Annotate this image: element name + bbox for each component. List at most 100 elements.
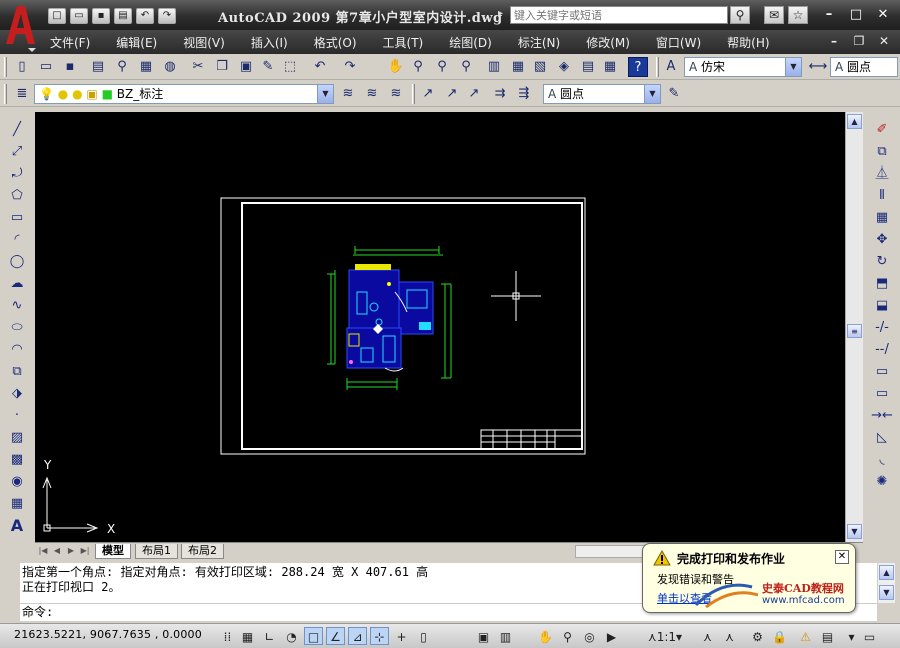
help-search-input[interactable] [510, 6, 728, 24]
workspace-switch-icon[interactable]: ⚙ [748, 627, 767, 645]
menu-view[interactable]: 视图(V) [183, 34, 225, 51]
layer-states-icon[interactable]: ≋ [386, 84, 406, 104]
multileader-style-combo[interactable]: A 圆点 ▼ [543, 84, 661, 104]
copy-object-icon[interactable]: ⧉ [871, 142, 893, 162]
mirror-icon[interactable]: ⏅ [871, 164, 893, 184]
last-tab-icon[interactable]: ▶| [79, 545, 91, 557]
cut-icon[interactable]: ✂ [188, 57, 208, 77]
doc-minimize-button[interactable]: – [826, 34, 842, 48]
make-current-layer-icon[interactable]: ≋ [338, 84, 358, 104]
close-icon[interactable]: ✕ [835, 550, 849, 564]
tab-layout1[interactable]: 布局1 [135, 544, 178, 559]
layout-view-icon[interactable]: ▥ [496, 627, 515, 645]
showmotion-icon[interactable]: ▶ [602, 627, 621, 645]
line-icon[interactable]: ╱ [6, 120, 28, 140]
next-tab-icon[interactable]: ▶ [65, 545, 77, 557]
zoom-icon[interactable]: ⚲ [558, 627, 577, 645]
help-icon[interactable]: ? [628, 57, 648, 77]
tool-palettes-icon[interactable]: ▧ [530, 57, 550, 77]
undo-icon[interactable]: ↶ [310, 57, 330, 77]
redo-icon[interactable]: ↷ [340, 57, 360, 77]
save-icon[interactable]: ▪ [60, 57, 80, 77]
scale-icon[interactable]: ⬒ [871, 274, 893, 294]
drawing-vertical-scrollbar[interactable]: ▲ ≡ ▼ [845, 112, 863, 542]
pan-icon[interactable]: ✋ [386, 57, 406, 77]
revision-cloud-icon[interactable]: ☁ [6, 274, 28, 294]
markup-icon[interactable]: ▤ [578, 57, 598, 77]
toolbar-grip[interactable] [4, 84, 7, 104]
spline-icon[interactable]: ∿ [6, 296, 28, 316]
publish-icon[interactable]: ▦ [136, 57, 156, 77]
communication-center-icon[interactable]: ✉ [764, 6, 784, 24]
join-icon[interactable]: →← [871, 406, 893, 426]
auto-scale-icon[interactable]: ⋏ [720, 627, 739, 645]
quick-properties-icon[interactable]: ▯ [414, 627, 433, 645]
menu-dimension[interactable]: 标注(N) [518, 34, 560, 51]
erase-icon[interactable]: ✐ [871, 120, 893, 140]
new-file-icon[interactable]: □ [48, 8, 66, 24]
close-button[interactable]: ✕ [872, 6, 894, 24]
zoom-realtime-icon[interactable]: ⚲ [408, 57, 428, 77]
menu-insert[interactable]: 插入(I) [251, 34, 288, 51]
open-icon[interactable]: ▭ [36, 57, 56, 77]
layer-previous-icon[interactable]: ≋ [362, 84, 382, 104]
3d-dwf-icon[interactable]: ◍ [160, 57, 180, 77]
make-block-icon[interactable]: ⬗ [6, 384, 28, 404]
properties-icon[interactable]: ▥ [484, 57, 504, 77]
steeringwheel-icon[interactable]: ◎ [580, 627, 599, 645]
match-properties-icon[interactable]: ✎ [258, 57, 278, 77]
menu-modify[interactable]: 修改(M) [586, 34, 630, 51]
title-expand-icon[interactable]: ▸ [498, 8, 503, 19]
annotation-visibility-icon[interactable]: ⋏ [698, 627, 717, 645]
design-center-icon[interactable]: ▦ [508, 57, 528, 77]
open-file-icon[interactable]: ▭ [70, 8, 88, 24]
menu-help[interactable]: 帮助(H) [727, 34, 769, 51]
drawing-canvas[interactable]: X Y [35, 112, 845, 542]
chamfer-icon[interactable]: ◺ [871, 428, 893, 448]
plot-preview-icon[interactable]: ⚲ [112, 57, 132, 77]
dim-style-icon[interactable]: ⟷ [808, 57, 828, 77]
multiline-text-icon[interactable]: A [6, 516, 28, 536]
chevron-down-icon[interactable]: ▼ [785, 58, 801, 76]
offset-icon[interactable]: ⫴ [871, 186, 893, 206]
chevron-down-icon[interactable]: ▼ [644, 85, 660, 103]
object-snap-tracking-icon[interactable]: ∠ [326, 627, 345, 645]
remove-leader-icon[interactable]: ↗ [464, 84, 484, 104]
menu-draw[interactable]: 绘图(D) [449, 34, 492, 51]
print-icon[interactable]: ▤ [114, 8, 132, 24]
menu-edit[interactable]: 编辑(E) [116, 34, 157, 51]
plot-icon[interactable]: ▤ [88, 57, 108, 77]
toolbar-grip[interactable] [656, 57, 659, 77]
menu-tools[interactable]: 工具(T) [383, 34, 424, 51]
point-icon[interactable]: · [6, 406, 28, 426]
maximize-button[interactable]: □ [845, 6, 867, 24]
menu-format[interactable]: 格式(O) [314, 34, 357, 51]
rectangle-icon[interactable]: ▭ [6, 208, 28, 228]
explode-icon[interactable]: ✺ [871, 472, 893, 492]
multileader-style-icon[interactable]: ✎ [664, 84, 684, 104]
chevron-down-icon[interactable]: ▼ [317, 85, 333, 103]
tab-model[interactable]: 模型 [95, 544, 131, 559]
object-snap-icon[interactable]: □ [304, 627, 323, 645]
text-style-combo[interactable]: A 仿宋 ▼ [684, 57, 802, 77]
menu-file[interactable]: 文件(F) [50, 34, 90, 51]
region-icon[interactable]: ◉ [6, 472, 28, 492]
pan-icon[interactable]: ✋ [536, 627, 555, 645]
paste-icon[interactable]: ▣ [236, 57, 256, 77]
model-space-icon[interactable]: ▣ [474, 627, 493, 645]
scroll-up-icon[interactable]: ▲ [847, 114, 862, 129]
prev-tab-icon[interactable]: ◀ [51, 545, 63, 557]
zoom-previous-icon[interactable]: ⚲ [456, 57, 476, 77]
multileader-icon[interactable]: ↗ [418, 84, 438, 104]
first-tab-icon[interactable]: |◀ [37, 545, 49, 557]
tab-layout2[interactable]: 布局2 [181, 544, 224, 559]
coordinate-display[interactable]: 21623.5221, 9067.7635 , 0.0000 [14, 628, 202, 641]
layer-manager-icon[interactable]: ≣ [12, 84, 32, 104]
polar-tracking-icon[interactable]: ◔ [282, 627, 301, 645]
scroll-thumb[interactable]: ≡ [847, 324, 862, 338]
block-editor-icon[interactable]: ⬚ [280, 57, 300, 77]
rotate-icon[interactable]: ↻ [871, 252, 893, 272]
minimize-button[interactable]: – [818, 6, 840, 24]
scroll-down-icon[interactable]: ▼ [879, 585, 894, 600]
polygon-icon[interactable]: ⬠ [6, 186, 28, 206]
